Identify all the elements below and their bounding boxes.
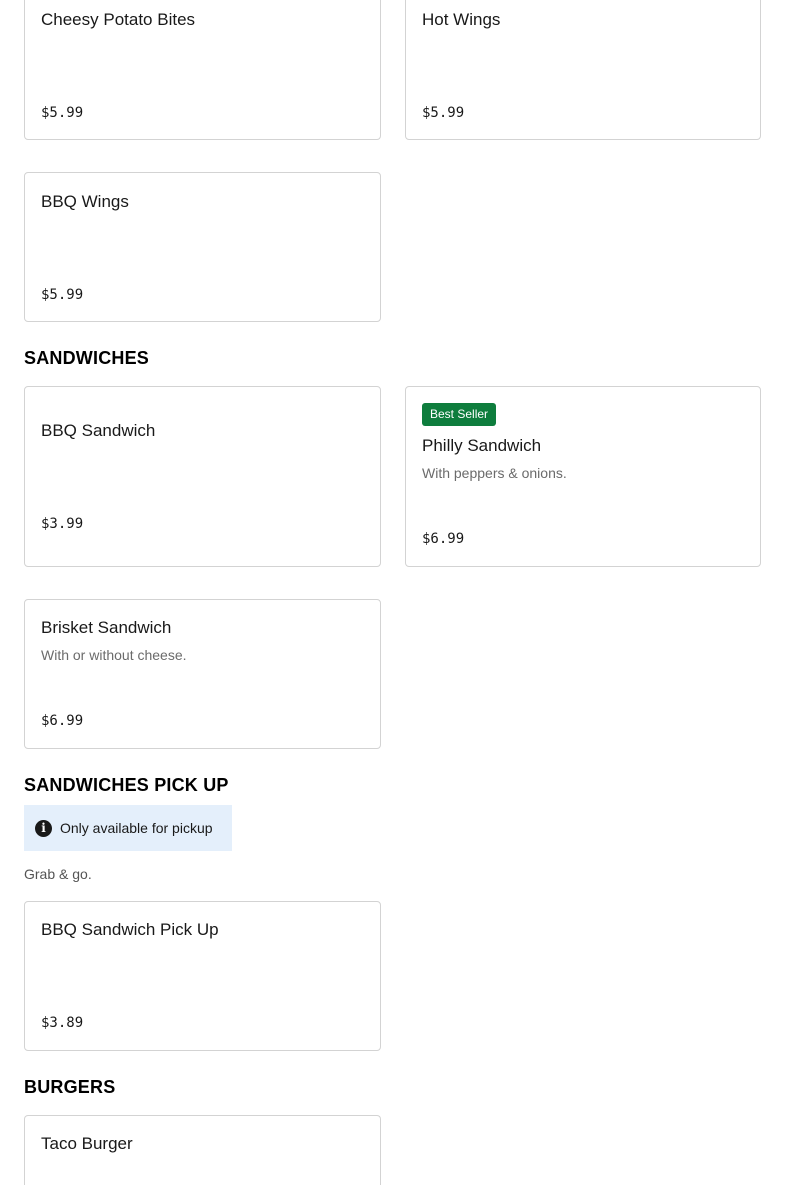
menu-item-card[interactable]: Brisket Sandwich With or without cheese.…	[24, 599, 381, 749]
info-icon: i	[35, 819, 52, 837]
menu-item-card[interactable]: Taco Burger	[24, 1115, 381, 1185]
menu-item-price: $3.99	[41, 516, 84, 532]
menu-item-card[interactable]: BBQ Sandwich Pick Up $3.89	[24, 901, 381, 1051]
menu-item-price: $5.99	[422, 105, 465, 121]
menu-item-price: $6.99	[422, 531, 465, 547]
menu-item-name: BBQ Sandwich	[41, 421, 156, 440]
menu-item-description: With or without cheese.	[41, 647, 187, 663]
section-title-sandwiches-pick-up: SANDWICHES PICK UP	[24, 775, 229, 795]
menu-item-card[interactable]: Best Seller Philly Sandwich With peppers…	[405, 386, 761, 567]
menu-item-name: Taco Burger	[41, 1134, 133, 1153]
menu-item-price: $3.89	[41, 1015, 84, 1031]
menu-item-card[interactable]: BBQ Sandwich $3.99	[24, 386, 381, 567]
menu-item-name: Philly Sandwich	[422, 436, 542, 455]
menu-item-name: BBQ Sandwich Pick Up	[41, 920, 219, 939]
section-title-sandwiches: SANDWICHES	[24, 348, 150, 368]
notice-text: Only available for pickup	[60, 820, 213, 836]
section-description: Grab & go.	[24, 866, 92, 882]
best-seller-badge: Best Seller	[422, 403, 497, 426]
menu-item-name: Cheesy Potato Bites	[41, 10, 196, 29]
menu-item-card[interactable]: Cheesy Potato Bites $5.99	[24, 0, 381, 140]
menu-item-card[interactable]: Hot Wings $5.99	[405, 0, 761, 140]
menu-item-card[interactable]: BBQ Wings $5.99	[24, 172, 381, 322]
menu-item-description: With peppers & onions.	[422, 465, 567, 481]
menu-item-name: Brisket Sandwich	[41, 618, 172, 637]
menu-item-name: BBQ Wings	[41, 192, 129, 211]
menu-item-price: $6.99	[41, 713, 84, 729]
menu-item-name: Hot Wings	[422, 10, 501, 29]
menu-item-price: $5.99	[41, 105, 84, 121]
section-title-burgers: BURGERS	[24, 1077, 116, 1097]
pickup-only-notice: i Only available for pickup	[24, 805, 232, 851]
menu-item-price: $5.99	[41, 287, 84, 303]
